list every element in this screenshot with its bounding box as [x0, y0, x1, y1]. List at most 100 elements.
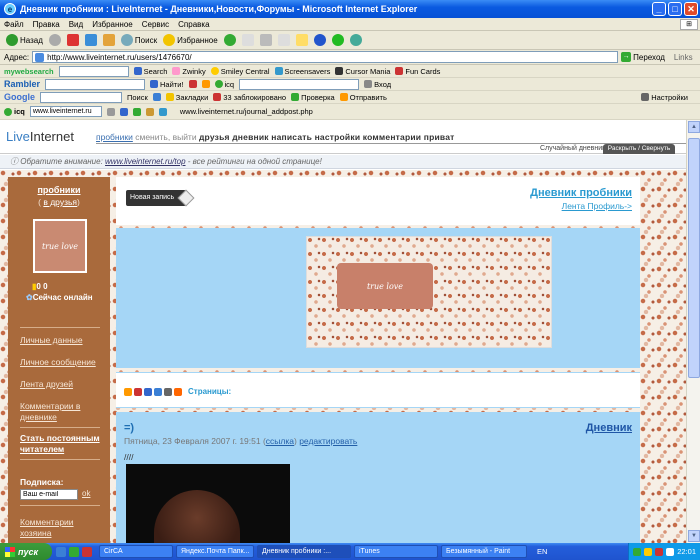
expand-collapse-tab[interactable]: Раскрыть / Свернуть — [603, 144, 675, 154]
messenger-icon[interactable] — [349, 34, 362, 46]
edit-post-link[interactable]: редактировать — [299, 436, 357, 446]
smile-icon[interactable] — [124, 387, 132, 396]
random-diary-link[interactable]: Случайный дневник // — [540, 145, 611, 152]
popup-blocker-button[interactable]: 33 заблокировано — [213, 93, 286, 102]
rambler-extra-input[interactable] — [239, 78, 360, 90]
edit-icon[interactable] — [277, 34, 290, 46]
sidebar-link-diary-comments[interactable]: Комментарии в дневнике — [20, 401, 106, 423]
history-icon[interactable] — [223, 34, 236, 46]
change-user-link[interactable]: сменить — [135, 132, 168, 142]
scroll-up-icon[interactable]: ▲ — [688, 121, 700, 133]
google-settings-button[interactable]: Настройки — [641, 93, 688, 102]
task-itunes[interactable]: iTunes — [354, 545, 438, 558]
task-yandex-mail[interactable]: Яндекс.Почта Папк... — [176, 545, 254, 558]
icq-weather-icon[interactable] — [132, 107, 141, 116]
refresh-icon[interactable] — [84, 34, 97, 46]
icq-star-icon[interactable] — [119, 107, 128, 116]
back-button[interactable]: Назад — [6, 34, 43, 46]
logout-link[interactable]: выйти — [173, 132, 197, 142]
volume-tray-icon[interactable] — [666, 547, 675, 556]
bluetooth-icon[interactable] — [313, 34, 326, 46]
calendar-icon[interactable] — [154, 387, 162, 396]
links-button[interactable]: Links — [674, 53, 693, 62]
rambler-icq-button[interactable]: icq — [214, 80, 234, 89]
mail-icon[interactable] — [241, 34, 254, 46]
stop-icon[interactable] — [66, 34, 79, 46]
google-search-input[interactable] — [40, 91, 122, 103]
icq-games-icon[interactable] — [145, 107, 154, 116]
sidebar-link-private-message[interactable]: Личное сообщение — [20, 357, 106, 368]
send-button[interactable]: Отправить — [339, 93, 387, 102]
google-search-button[interactable]: Поиск — [127, 93, 148, 102]
vertical-scrollbar[interactable]: ▲ ▼ — [686, 120, 700, 543]
sidebar-link-personal-data[interactable]: Личные данные — [20, 335, 106, 346]
print-icon[interactable] — [259, 34, 272, 46]
address-input[interactable]: http://www.liveinternet.ru/users/1476670… — [32, 51, 619, 63]
icq-mail-icon[interactable] — [158, 107, 167, 116]
desktop-quick-icon[interactable] — [69, 546, 79, 557]
sidebar-link-owner-comments[interactable]: Комментарии хозяина — [20, 517, 106, 539]
notes-icon[interactable] — [295, 34, 308, 46]
subscribe-email-input[interactable] — [20, 489, 78, 500]
profile-name-link[interactable]: пробники — [8, 185, 110, 195]
start-button[interactable]: пуск — [0, 543, 52, 560]
bookmarks-button[interactable]: Закладки — [165, 93, 208, 102]
cursor-mania-button[interactable]: Cursor Mania — [335, 67, 390, 76]
close-button[interactable]: ✕ — [684, 2, 698, 16]
fun-cards-button[interactable]: Fun Cards — [395, 67, 440, 76]
mywebsearch-input[interactable] — [58, 65, 129, 77]
news-icon[interactable] — [201, 80, 210, 88]
go-button[interactable]: → Переход — [621, 52, 665, 62]
network-tray-icon[interactable] — [644, 547, 653, 556]
menu-edit[interactable]: Правка — [33, 20, 60, 29]
menu-help[interactable]: Справка — [178, 20, 209, 29]
current-user-link[interactable]: пробники — [96, 132, 133, 142]
task-paint[interactable]: Безымянный - Paint — [441, 545, 527, 558]
rambler-input[interactable] — [45, 78, 146, 90]
favorites-button[interactable]: Избранное — [163, 34, 218, 46]
feed-profile-link[interactable]: Лента Профиль-> — [562, 201, 632, 211]
home-icon[interactable] — [102, 34, 115, 46]
subscribe-ok-link[interactable]: ok — [82, 489, 90, 498]
scroll-thumb[interactable] — [688, 138, 700, 378]
ie-quick-icon[interactable] — [56, 546, 66, 557]
scroll-down-icon[interactable]: ▼ — [688, 530, 700, 542]
screensavers-button[interactable]: Screensavers — [274, 67, 330, 76]
follow-link[interactable]: Стать постоянным читателем — [20, 433, 106, 455]
icq-tray-icon[interactable] — [633, 547, 642, 556]
feed-icon[interactable] — [174, 387, 182, 396]
menu-view[interactable]: Вид — [69, 20, 83, 29]
maximize-button[interactable]: □ — [668, 2, 682, 16]
mywebsearch-search-button[interactable]: Search — [133, 67, 167, 76]
liveinternet-logo[interactable]: LiveInternet — [6, 129, 74, 144]
mail-icon[interactable] — [188, 80, 197, 88]
language-indicator[interactable]: EN — [537, 547, 547, 556]
search-button[interactable]: Поиск — [120, 34, 157, 46]
user-icon[interactable] — [144, 387, 152, 396]
task-ie-diary[interactable]: Дневник пробники :... — [257, 545, 351, 558]
print-icon[interactable] — [164, 387, 172, 396]
sidebar-link-friends-feed[interactable]: Лента друзей — [20, 379, 106, 390]
spellcheck-button[interactable]: Проверка — [291, 93, 335, 102]
minimize-button[interactable]: _ — [652, 2, 666, 16]
task-circa[interactable]: CirCA — [99, 545, 173, 558]
icq-tool-icon[interactable] — [106, 107, 115, 116]
new-post-button[interactable]: Новая запись — [126, 190, 186, 206]
menu-file[interactable]: Файл — [4, 20, 24, 29]
rss-icon[interactable] — [134, 387, 142, 396]
diary-title-link[interactable]: Дневник пробники — [530, 187, 632, 199]
post-photo[interactable] — [126, 464, 290, 543]
clover-icon[interactable] — [331, 34, 344, 46]
media-quick-icon[interactable] — [82, 546, 92, 557]
add-friend-link[interactable]: в друзья — [43, 197, 77, 207]
avatar[interactable]: true love — [33, 219, 87, 273]
icq-search-input[interactable]: www.liveinternet.ru — [29, 106, 102, 117]
rambler-login-button[interactable]: Вход — [364, 80, 391, 89]
post-diary-link[interactable]: Дневник — [586, 422, 632, 434]
forward-arrow-icon[interactable] — [48, 34, 61, 46]
antivirus-tray-icon[interactable] — [655, 547, 664, 556]
rambler-find-button[interactable]: Найти! — [150, 80, 184, 89]
main-menu-links[interactable]: друзья дневник написать настройки коммен… — [199, 132, 455, 142]
permalink[interactable]: ссылка — [266, 436, 294, 446]
zwinky-button[interactable]: Zwinky — [172, 67, 206, 76]
